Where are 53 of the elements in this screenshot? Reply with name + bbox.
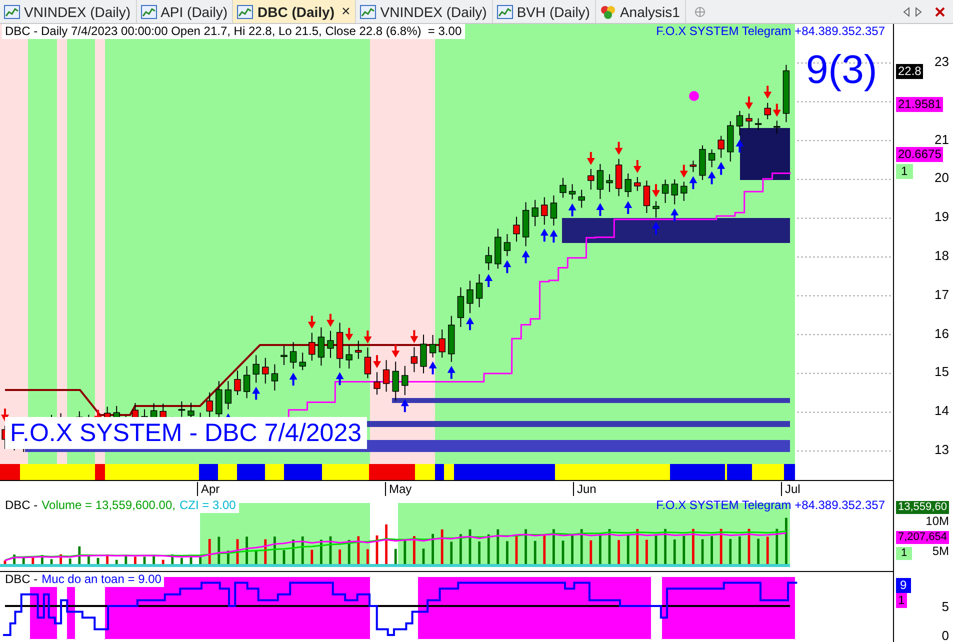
axis-label: 20 <box>934 170 949 186</box>
telegram-contact: F.O.X SYSTEM Telegram +84.389.352.357 <box>656 498 885 513</box>
price-badge: 22.8 <box>896 64 924 79</box>
close-tab-button[interactable]: × <box>342 3 350 20</box>
volume-badge: 1 <box>896 547 912 560</box>
axis-label: 5M <box>932 545 949 558</box>
chart-tab[interactable]: API (Daily) <box>136 0 234 23</box>
chart-tab[interactable]: Analysis1 <box>596 0 686 23</box>
chart-header: DBC - Daily 7/4/2023 00:00:00 Open 21.7, Hi 22.8, Lo 21.5, Close 22.8 (6.8%) = 3.00 <box>2 24 465 39</box>
axis-label: 13 <box>934 442 949 458</box>
chart-icon <box>496 4 513 18</box>
analysis-icon <box>600 4 616 18</box>
close-icon[interactable] <box>935 6 945 16</box>
chart-label: F.O.X SYSTEM - DBC 7/4/2023 <box>5 417 367 449</box>
price-badge: 20.6675 <box>896 147 944 162</box>
chart-icon <box>237 4 254 18</box>
volume-badge: 7,207,654 <box>896 531 949 544</box>
month-label: May <box>385 482 412 496</box>
chart-tab[interactable]: DBC (Daily) × <box>233 0 356 23</box>
axis-label: 17 <box>934 286 949 303</box>
scroll-left-icon[interactable] <box>902 6 911 16</box>
signal-count: 9(3) <box>806 47 878 94</box>
volume-badge: 13,559,60 <box>896 501 949 514</box>
chart-icon <box>4 4 20 18</box>
chart-tab[interactable]: BVH (Daily) <box>492 0 596 23</box>
telegram-contact: F.O.X SYSTEM Telegram +84.389.352.357 <box>656 24 885 39</box>
safety-header-text: DBC - <box>5 572 38 587</box>
safety-badge: 9 <box>896 578 911 593</box>
safety-badge: 1 <box>896 593 907 608</box>
price-badge: 21.9581 <box>896 97 944 112</box>
axis-label: 16 <box>934 326 949 342</box>
axis-label: 0 <box>942 628 949 642</box>
chart-tab[interactable]: VNINDEX (Daily) <box>356 0 493 23</box>
volume-header-text: DBC - <box>5 498 38 513</box>
axis-label: 23 <box>934 54 949 70</box>
axis-label: 14 <box>934 403 949 420</box>
month-label: Jul <box>781 482 800 496</box>
axis-label: 15 <box>934 364 949 380</box>
safety-header-text: Muc do an toan = 9.00 <box>42 572 162 587</box>
volume-header-text: Volume = 13,559,600.00, <box>42 498 176 513</box>
axis-label: 5 <box>942 599 949 615</box>
chart-tab[interactable]: VNINDEX (Daily) <box>0 0 137 23</box>
price-badge: 1 <box>896 164 913 179</box>
chart-icon <box>360 4 376 18</box>
volume-header-text: CZI = 3.00 <box>179 498 236 513</box>
axis-label: 21 <box>934 132 949 148</box>
axis-label: 18 <box>934 248 949 264</box>
axis-label: 10M <box>926 515 949 528</box>
month-label: Jun <box>573 482 596 496</box>
axis-label: 19 <box>934 209 949 226</box>
chart-icon <box>140 4 157 18</box>
scroll-right-icon[interactable] <box>914 6 923 16</box>
month-label: Apr <box>197 482 220 496</box>
